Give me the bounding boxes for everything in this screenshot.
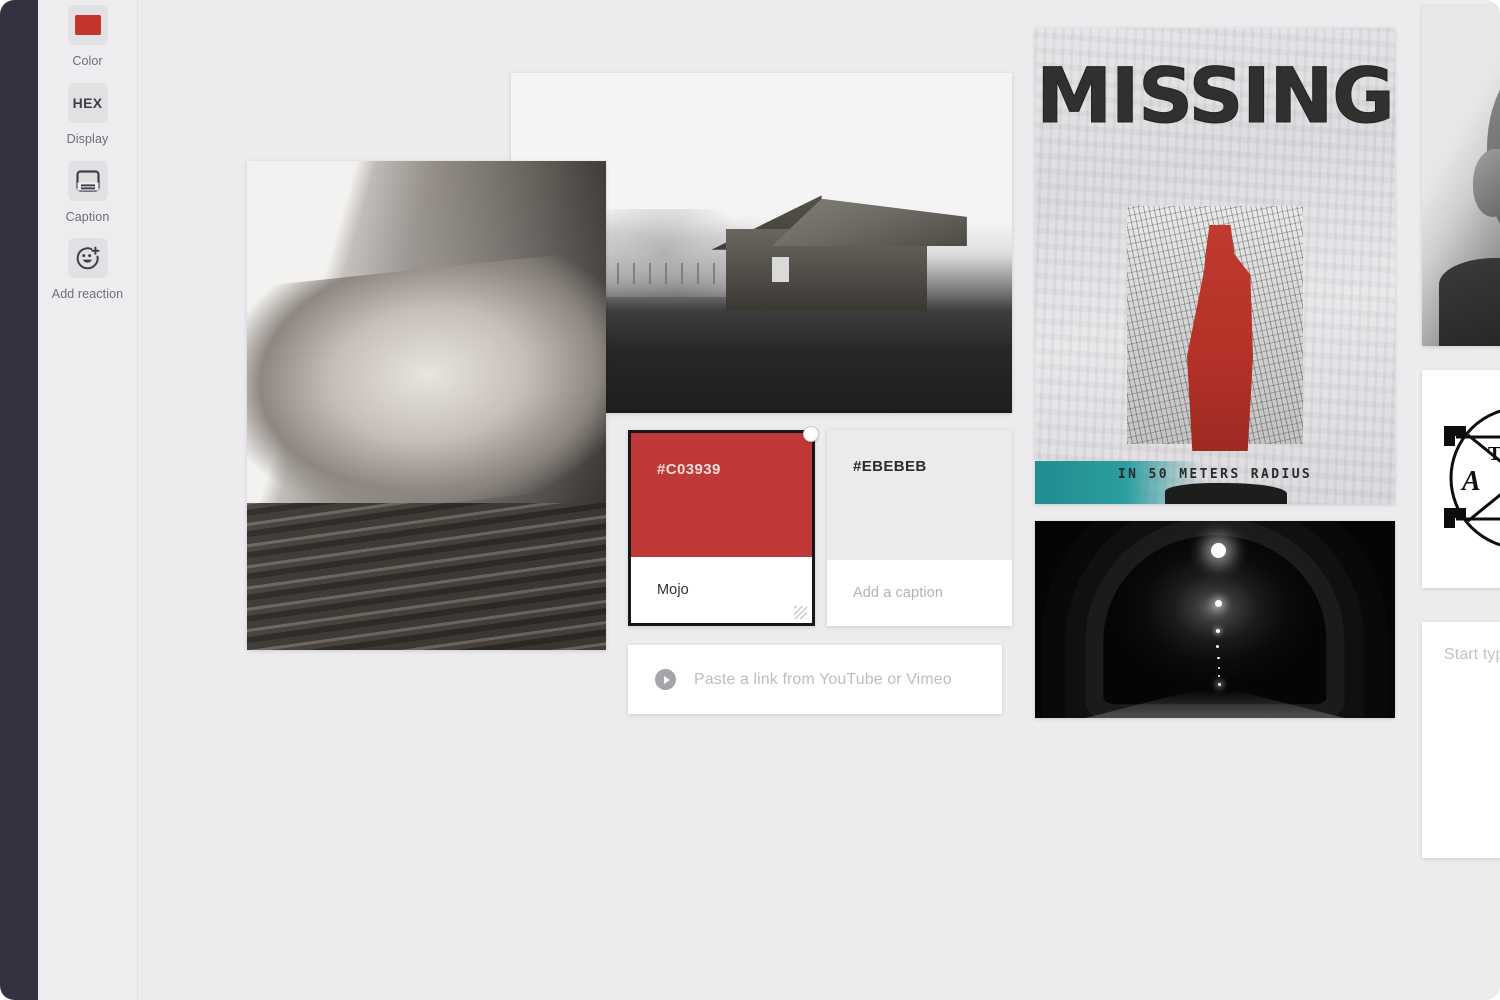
- poster-subline: IN 50 METERS RADIUS: [1117, 467, 1313, 482]
- app-left-edge-strip: [0, 0, 38, 1000]
- caption-icon[interactable]: [67, 161, 108, 201]
- hands-with-ring-photo[interactable]: [247, 161, 606, 650]
- color-card-caption-row[interactable]: Add a caption: [827, 560, 1012, 626]
- poster-dark-patch: [1164, 482, 1287, 504]
- cabin-window: [771, 256, 789, 283]
- text-block-card[interactable]: Start typing: [1422, 622, 1500, 858]
- play-triangle-icon: [663, 675, 670, 684]
- color-card-swatch[interactable]: #C03939: [631, 433, 812, 557]
- sidebar-item-display[interactable]: HEX Display: [38, 83, 137, 146]
- color-card-hex-label: #C03939: [657, 461, 721, 478]
- sidebar-item-label: Color: [72, 54, 103, 68]
- app-window: Color HEX Display Caption Add reaction M…: [0, 0, 1500, 1000]
- sidebar-item-caption[interactable]: Caption: [38, 161, 137, 224]
- occult-symbol-image[interactable]: A TRA A MA L: [1422, 370, 1500, 588]
- text-block-placeholder[interactable]: Start typing: [1444, 646, 1500, 664]
- svg-text:TRA: TRA: [1488, 443, 1500, 465]
- sidebar-item-label: Display: [66, 132, 109, 146]
- portrait-photo[interactable]: [1422, 6, 1500, 346]
- tunnel-lamp: [1217, 666, 1220, 669]
- color-swatch-red: [74, 15, 101, 35]
- hex-icon-label: HEX: [72, 95, 103, 111]
- color-card-caption[interactable]: Mojo: [631, 582, 689, 598]
- video-link-placeholder[interactable]: Paste a link from YouTube or Vimeo: [694, 671, 952, 689]
- color-card-caption-placeholder[interactable]: Add a caption: [827, 585, 943, 601]
- sidebar-item-add-reaction[interactable]: Add reaction: [38, 238, 137, 301]
- color-card-grey[interactable]: #EBEBEB Add a caption: [827, 430, 1012, 626]
- color-card-hex-label: #EBEBEB: [853, 458, 927, 475]
- tunnel-arch: [1103, 535, 1326, 704]
- smiley-plus-icon-glyph: [76, 246, 99, 270]
- missing-poster-photo[interactable]: MISSING IN 50 METERS RADIUS: [1035, 28, 1395, 504]
- play-circle-icon: [655, 669, 676, 690]
- color-swatch-icon[interactable]: [67, 5, 108, 45]
- video-link-card[interactable]: Paste a link from YouTube or Vimeo: [628, 645, 1002, 714]
- tunnel-lamp: [1217, 674, 1220, 677]
- sidebar-item-color[interactable]: Color: [38, 5, 137, 68]
- caption-icon-glyph: [75, 170, 100, 192]
- occult-symbol-glyph: A TRA A MA L: [1444, 409, 1500, 547]
- sidebar-item-label: Caption: [65, 210, 110, 224]
- portrait-ear: [1473, 148, 1500, 217]
- sidebar-item-label: Add reaction: [51, 287, 124, 301]
- color-card-swatch[interactable]: #EBEBEB: [827, 430, 1012, 560]
- portrait-shoulders: [1439, 257, 1500, 346]
- dark-tunnel-photo[interactable]: [1035, 521, 1395, 718]
- tunnel-lamp: [1211, 542, 1227, 558]
- resize-grip-icon[interactable]: [794, 606, 807, 619]
- svg-text:A: A: [1460, 466, 1481, 497]
- tunnel-lamp: [1218, 682, 1222, 686]
- tunnel-lamp: [1215, 599, 1222, 607]
- color-card-caption-row[interactable]: Mojo: [631, 557, 812, 623]
- poster-headline: MISSING: [1036, 51, 1395, 140]
- selection-handle[interactable]: [803, 426, 819, 442]
- sidebar-divider: [137, 0, 138, 1000]
- tool-sidebar: [38, 0, 137, 1000]
- hex-icon[interactable]: HEX: [67, 83, 108, 123]
- color-card-selected[interactable]: #C03939 Mojo: [628, 426, 819, 626]
- smiley-plus-icon[interactable]: [67, 238, 108, 278]
